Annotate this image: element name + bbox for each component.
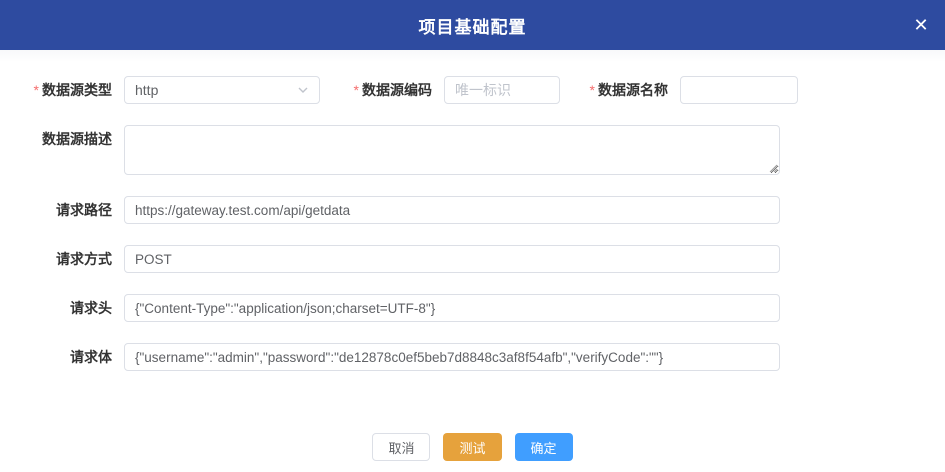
datasource-type-select[interactable]: http	[124, 76, 320, 104]
form-row-description: 数据源描述	[0, 125, 945, 175]
datasource-code-label: *数据源编码	[336, 76, 432, 104]
request-method-input[interactable]	[124, 245, 780, 273]
dialog-footer: 取消 测试 确定	[0, 433, 945, 461]
chevron-down-icon	[297, 84, 309, 96]
datasource-desc-label: 数据源描述	[0, 125, 112, 153]
required-mark: *	[354, 82, 359, 98]
form-row-headers: 请求头	[0, 294, 945, 322]
request-path-input[interactable]	[124, 196, 780, 224]
project-config-dialog: 项目基础配置 ✕ *数据源类型 http *数据源编码 *数据源名称 数据源描述	[0, 0, 945, 472]
dialog-body: *数据源类型 http *数据源编码 *数据源名称 数据源描述 请求	[0, 62, 945, 461]
textarea-wrapper	[124, 125, 780, 175]
backdrop-blur-strip	[0, 50, 945, 62]
confirm-button[interactable]: 确定	[515, 433, 573, 461]
close-icon[interactable]: ✕	[909, 13, 933, 37]
request-headers-label: 请求头	[0, 294, 112, 322]
test-button[interactable]: 测试	[443, 433, 501, 461]
request-headers-input[interactable]	[124, 294, 780, 322]
datasource-name-input[interactable]	[680, 76, 798, 104]
dialog-header: 项目基础配置 ✕	[0, 0, 945, 50]
request-path-label: 请求路径	[0, 196, 112, 224]
datasource-type-label: *数据源类型	[0, 76, 112, 104]
datasource-code-input[interactable]	[444, 76, 560, 104]
form-row-method: 请求方式	[0, 245, 945, 273]
cancel-button[interactable]: 取消	[372, 433, 430, 461]
request-body-input[interactable]	[124, 343, 780, 371]
form-row-basic: *数据源类型 http *数据源编码 *数据源名称	[0, 76, 945, 104]
dialog-title: 项目基础配置	[419, 13, 527, 38]
request-method-label: 请求方式	[0, 245, 112, 273]
datasource-desc-textarea[interactable]	[124, 125, 780, 175]
form-row-path: 请求路径	[0, 196, 945, 224]
datasource-name-label: *数据源名称	[578, 76, 668, 104]
required-mark: *	[590, 82, 595, 98]
required-mark: *	[34, 82, 39, 98]
request-body-label: 请求体	[0, 343, 112, 371]
form-row-body: 请求体	[0, 343, 945, 371]
datasource-type-value: http	[135, 82, 297, 98]
